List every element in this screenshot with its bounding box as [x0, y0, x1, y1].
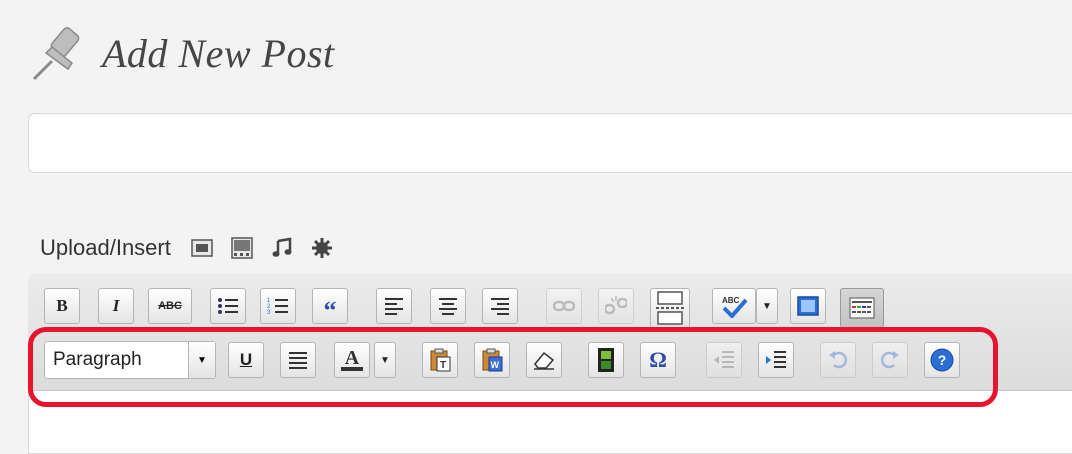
- undo-button[interactable]: [820, 342, 856, 378]
- align-center-icon: [439, 298, 457, 315]
- align-right-button[interactable]: [482, 288, 518, 324]
- insert-more-button[interactable]: [650, 288, 690, 328]
- justify-icon: [289, 352, 307, 369]
- outdent-icon: [714, 351, 734, 368]
- add-image-icon[interactable]: [187, 233, 217, 263]
- unlink-button[interactable]: [598, 288, 634, 324]
- more-tag-icon: [656, 291, 684, 325]
- format-select[interactable]: Paragraph ▼: [44, 341, 216, 379]
- special-character-label: Ω: [649, 347, 667, 372]
- text-color-dropdown[interactable]: ▼: [374, 342, 396, 378]
- pushpin-icon: [32, 27, 80, 81]
- ordered-list-button[interactable]: 123: [260, 288, 296, 324]
- upload-insert-bar: Upload/Insert: [40, 232, 347, 264]
- remove-format-button[interactable]: [526, 342, 562, 378]
- strikethrough-label: ABC: [158, 300, 182, 312]
- fullscreen-icon: [797, 296, 819, 316]
- kitchen-sink-icon: [849, 297, 875, 319]
- svg-text:3: 3: [267, 310, 271, 316]
- svg-text:W: W: [491, 360, 500, 370]
- unlink-icon: [605, 296, 627, 315]
- underline-button[interactable]: U: [228, 342, 264, 378]
- spellcheck-icon: ABC: [722, 296, 748, 318]
- unordered-list-button[interactable]: [210, 288, 246, 324]
- indent-icon: [766, 351, 786, 368]
- format-select-value: Paragraph: [53, 349, 142, 370]
- bold-button[interactable]: B: [44, 288, 80, 324]
- upload-insert-label: Upload/Insert: [40, 235, 171, 260]
- italic-button[interactable]: I: [98, 288, 134, 324]
- text-color-button[interactable]: A: [334, 342, 370, 378]
- help-button[interactable]: ?: [924, 342, 960, 378]
- paste-text-button[interactable]: T: [422, 342, 458, 378]
- link-icon: [553, 300, 575, 312]
- outdent-button[interactable]: [706, 342, 742, 378]
- insert-link-button[interactable]: [546, 288, 582, 324]
- svg-text:?: ?: [938, 352, 947, 368]
- underline-label: U: [239, 350, 253, 369]
- redo-icon: [880, 351, 899, 369]
- paste-text-icon: T: [430, 348, 451, 372]
- special-character-button[interactable]: Ω: [640, 342, 676, 378]
- unordered-list-icon: [218, 298, 238, 314]
- bold-label: B: [56, 296, 68, 315]
- align-left-button[interactable]: [376, 288, 412, 324]
- kitchen-sink-button[interactable]: [840, 288, 884, 328]
- spellcheck-dropdown[interactable]: ▼: [756, 288, 778, 324]
- paste-word-button[interactable]: W: [474, 342, 510, 378]
- text-color-swatch: [341, 367, 363, 371]
- italic-label: I: [112, 296, 120, 315]
- add-video-icon[interactable]: [227, 233, 257, 263]
- chevron-down-icon: ▼: [188, 342, 215, 378]
- page-title: Add New Post: [102, 30, 335, 76]
- align-left-icon: [385, 298, 403, 315]
- film-icon: [598, 348, 614, 372]
- redo-button[interactable]: [872, 342, 908, 378]
- align-right-icon: [491, 298, 509, 315]
- eraser-icon: [534, 351, 555, 370]
- svg-text:ABC: ABC: [722, 296, 740, 305]
- fullscreen-button[interactable]: [790, 288, 826, 324]
- insert-media-button[interactable]: [588, 342, 624, 378]
- ordered-list-icon: 123: [267, 298, 288, 316]
- align-center-button[interactable]: [430, 288, 466, 324]
- text-color-label: A: [344, 347, 360, 369]
- indent-button[interactable]: [758, 342, 794, 378]
- add-media-icon[interactable]: [307, 233, 337, 263]
- undo-icon: [829, 351, 848, 369]
- page-header: Add New Post: [28, 18, 335, 88]
- justify-button[interactable]: [280, 342, 316, 378]
- svg-text:T: T: [440, 360, 446, 371]
- blockquote-button[interactable]: “: [312, 288, 348, 324]
- strikethrough-button[interactable]: ABC: [148, 288, 192, 324]
- post-title-input[interactable]: [28, 113, 1072, 173]
- blockquote-label: “: [323, 296, 337, 325]
- help-icon: ?: [930, 348, 954, 372]
- paste-word-icon: W: [482, 348, 503, 372]
- add-audio-icon[interactable]: [267, 233, 297, 263]
- spellcheck-button[interactable]: ABC: [712, 288, 756, 324]
